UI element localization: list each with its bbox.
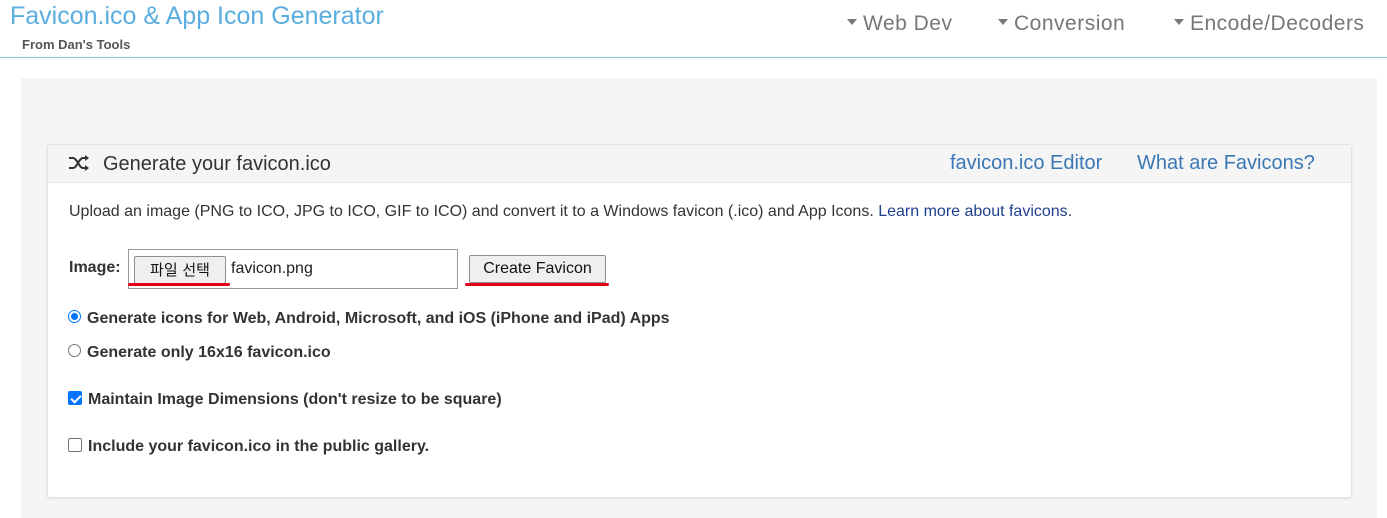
caret-down-icon: [847, 19, 857, 26]
generator-panel: Generate your favicon.ico favicon.ico Ed…: [47, 144, 1352, 498]
radio-all-platforms[interactable]: [68, 310, 81, 324]
option-16x16-only[interactable]: Generate only 16x16 favicon.ico: [68, 344, 331, 362]
intro-description: Upload an image (PNG to ICO, JPG to ICO,…: [69, 203, 874, 220]
nav-label: Conversion: [1014, 12, 1126, 35]
create-favicon-button[interactable]: Create Favicon: [469, 255, 606, 283]
checkbox-maintain-dimensions[interactable]: [68, 390, 82, 405]
option-all-platforms[interactable]: Generate icons for Web, Android, Microso…: [68, 310, 670, 328]
favicon-editor-link[interactable]: favicon.ico Editor: [950, 152, 1102, 175]
what-are-favicons-link[interactable]: What are Favicons?: [1137, 152, 1315, 175]
option-label: Include your favicon.ico in the public g…: [88, 438, 430, 455]
create-button-highlight: [465, 283, 609, 286]
option-maintain-dimensions[interactable]: Maintain Image Dimensions (don't resize …: [68, 390, 502, 409]
site-title[interactable]: Favicon.ico & App Icon Generator: [10, 2, 384, 31]
option-label: Generate only 16x16 favicon.ico: [87, 344, 331, 361]
option-label: Generate icons for Web, Android, Microso…: [87, 310, 670, 327]
nav-encode-decoders[interactable]: Encode/Decoders: [1174, 12, 1364, 36]
panel-title: Generate your favicon.ico: [103, 153, 331, 175]
radio-16x16-only[interactable]: [68, 344, 81, 358]
option-public-gallery[interactable]: Include your favicon.ico in the public g…: [68, 437, 430, 456]
choose-file-highlight: [128, 283, 230, 286]
site-subtitle[interactable]: From Dan's Tools: [22, 37, 130, 52]
selected-file-name: favicon.png: [231, 260, 313, 277]
learn-more-link[interactable]: Learn more about favicons: [878, 203, 1067, 220]
panel-heading: Generate your favicon.ico favicon.ico Ed…: [48, 145, 1351, 183]
checkbox-public-gallery[interactable]: [68, 437, 82, 452]
intro-text: Upload an image (PNG to ICO, JPG to ICO,…: [69, 203, 1072, 221]
nav-label: Encode/Decoders: [1190, 12, 1365, 35]
nav-label: Web Dev: [863, 12, 953, 35]
nav-web-dev[interactable]: Web Dev: [847, 12, 952, 36]
option-label: Maintain Image Dimensions (don't resize …: [88, 391, 502, 408]
caret-down-icon: [998, 19, 1008, 26]
top-navbar: Favicon.ico & App Icon Generator From Da…: [0, 0, 1387, 58]
image-label: Image:: [69, 259, 121, 276]
nav-conversion[interactable]: Conversion: [998, 12, 1125, 36]
caret-down-icon: [1174, 19, 1184, 26]
shuffle-icon: [69, 155, 89, 171]
intro-period: .: [1067, 203, 1073, 220]
choose-file-button[interactable]: 파일 선택: [134, 256, 226, 284]
